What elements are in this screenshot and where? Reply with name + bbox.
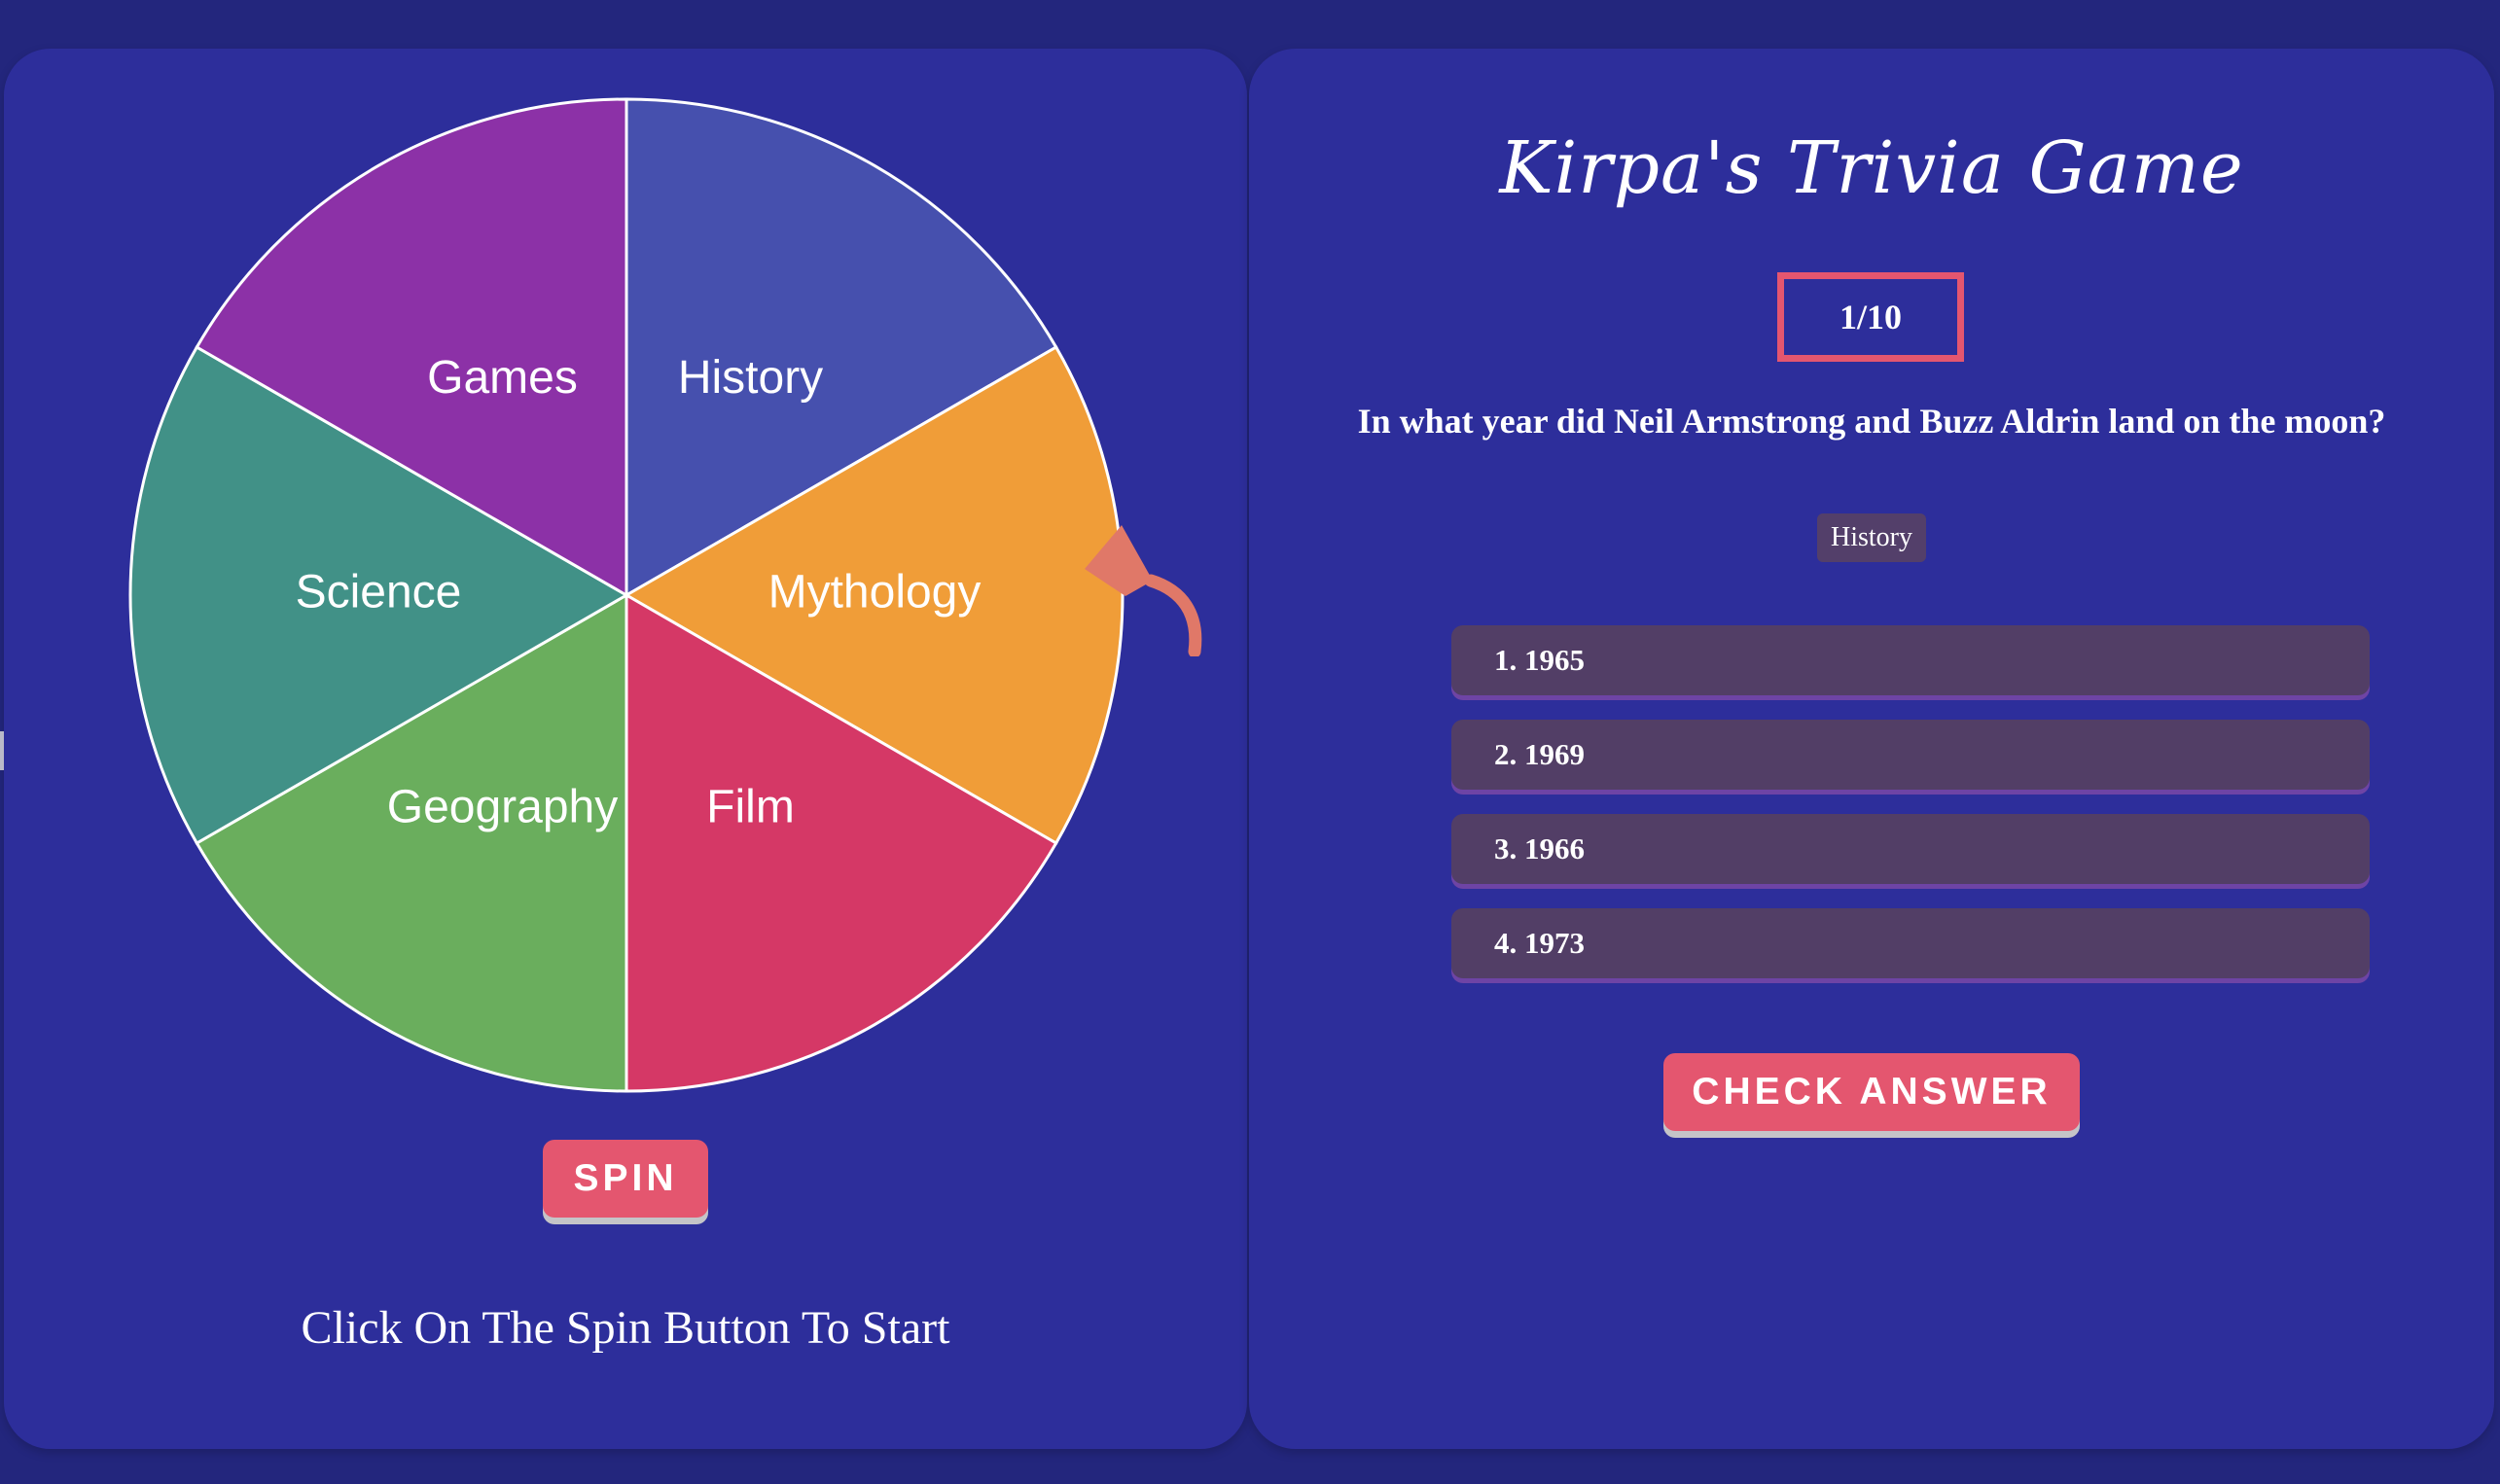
spin-button[interactable]: SPIN — [543, 1140, 708, 1218]
category-wheel: History Mythology Film Geography Science Game… — [128, 97, 1125, 1093]
answer-option-3[interactable]: 3. 1966 — [1451, 814, 2370, 884]
wheel-label-science: Science — [296, 567, 462, 618]
wheel-label-history: History — [678, 352, 823, 404]
spin-instruction: Click On The Spin Button To Start — [301, 1302, 950, 1354]
answer-option-2[interactable]: 2. 1969 — [1451, 720, 2370, 790]
wheel-label-games: Games — [427, 352, 578, 404]
question-text: In what year did Neil Armstrong and Buzz… — [1357, 402, 2386, 441]
answer-option-4[interactable]: 4. 1973 — [1451, 908, 2370, 978]
scroll-edge-marker — [0, 731, 4, 770]
wheel-pointer-arrow-icon — [1085, 525, 1202, 656]
question-counter: 1/10 — [1777, 272, 1964, 362]
wheel-label-mythology: Mythology — [768, 567, 982, 618]
check-answer-button[interactable]: CHECK ANSWER — [1663, 1053, 2080, 1131]
wheel-label-geography: Geography — [387, 782, 619, 833]
wheel-label-film: Film — [706, 782, 795, 833]
category-badge: History — [1817, 513, 1926, 562]
answer-option-1[interactable]: 1. 1965 — [1451, 625, 2370, 695]
answer-list: 1. 1965 2. 1969 3. 1966 4. 1973 — [1451, 625, 2370, 1003]
game-title: Kirpa's Trivia Game — [1499, 126, 2244, 210]
